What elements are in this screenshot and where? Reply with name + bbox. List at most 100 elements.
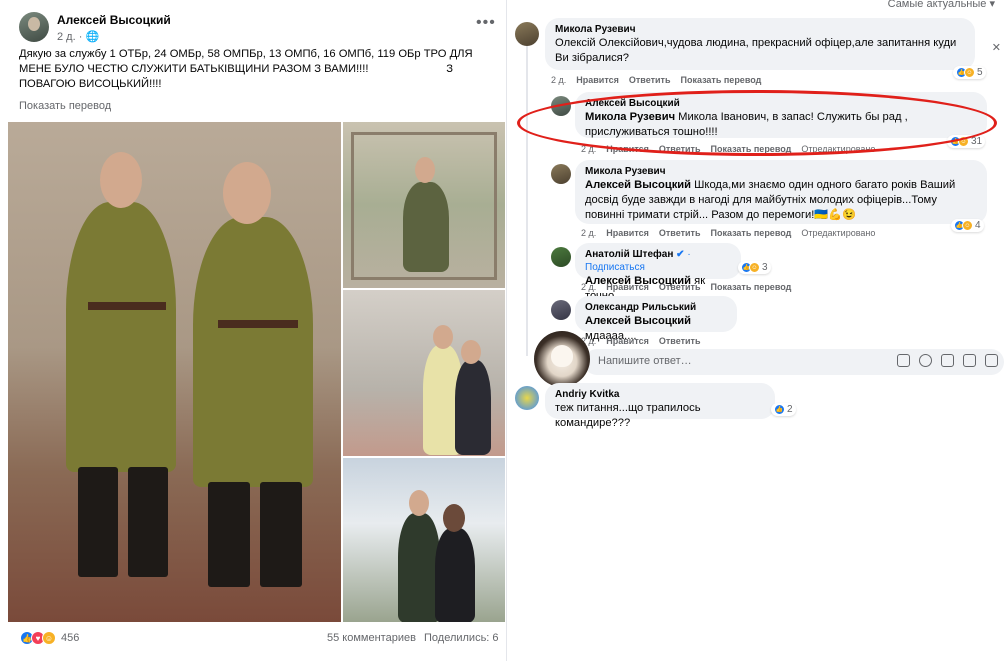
soldier-figure — [66, 202, 176, 472]
comment-text: теж питання...що трапилось командире??? — [555, 402, 701, 429]
photo-officer-and-woman[interactable] — [343, 290, 505, 456]
globe-icon: 🌐 — [85, 31, 100, 43]
mention[interactable]: Алексей Высоцкий — [585, 179, 691, 191]
screenshot-root: Алексей Высоцкий 2 д. · 🌐 ••• Дякую за с… — [0, 0, 1005, 661]
comment-actions: 2 д. Нравится Ответить Показать перевод … — [581, 228, 875, 238]
soldier-boot — [78, 467, 118, 577]
comment-text: Алексей Высоцкий Шкода,ми знаємо один од… — [585, 179, 956, 221]
comment-time[interactable]: 2 д. — [581, 282, 596, 292]
soldier-boot — [128, 467, 168, 577]
care-reaction-icon: ☺ — [964, 67, 975, 78]
reactions-summary[interactable]: 👍 ♥ ☺ 456 — [20, 631, 79, 645]
comment-time[interactable]: 2 д. — [581, 228, 596, 238]
soldier-head — [100, 152, 142, 208]
comment-bubble: Микола Рузевич Алексей Высоцкий Шкода,ми… — [575, 160, 987, 224]
soldier-figure — [403, 182, 449, 272]
thread-line — [526, 46, 528, 356]
verified-badge-icon: ✔ — [676, 249, 685, 260]
comments-count-link[interactable]: 55 комментариев — [327, 632, 416, 644]
avatar[interactable] — [515, 386, 539, 410]
emoji-icon[interactable] — [919, 354, 932, 367]
red-highlight-ellipse — [517, 90, 997, 156]
post-text: Дякую за службу 1 ОТБр, 24 ОМБр, 58 ОМПБ… — [19, 48, 476, 90]
post-translate-link[interactable]: Показать перевод — [19, 100, 111, 112]
care-reaction-icon: ☺ — [962, 220, 973, 231]
soldier-belt — [88, 302, 166, 310]
comment-reactions[interactable]: 👍 ☺ 4 — [951, 219, 984, 232]
current-user-avatar — [534, 331, 590, 387]
comment-author: Анатолій Штефан ✔ · Подписаться — [585, 249, 691, 273]
close-icon[interactable]: ✕ — [992, 41, 1001, 54]
reply-input-icons — [897, 354, 998, 367]
reply-link[interactable]: Ответить — [659, 336, 701, 346]
edited-label[interactable]: Отредактировано — [801, 228, 875, 238]
woman-figure — [435, 528, 475, 622]
comment-author[interactable]: Микола Рузевич — [555, 23, 965, 36]
like-link[interactable]: Нравится — [606, 282, 649, 292]
soldier-boot — [260, 482, 302, 587]
post-time[interactable]: 2 д. · — [57, 31, 85, 43]
post-card: Алексей Высоцкий 2 д. · 🌐 ••• Дякую за с… — [0, 0, 507, 661]
soldier-belt — [218, 320, 298, 328]
comment-actions: 2 д. Нравится Ответить Показать перевод — [551, 75, 761, 85]
comment-author[interactable]: Олександр Рильський — [585, 301, 727, 314]
reply-link[interactable]: Ответить — [629, 75, 671, 85]
comment-author[interactable]: Andriy Kvitka — [555, 388, 765, 401]
reply-link[interactable]: Ответить — [659, 282, 701, 292]
reactions-count: 456 — [61, 632, 80, 644]
photo-main-two-soldiers[interactable] — [8, 122, 341, 622]
photo-grid — [8, 122, 505, 622]
comment-reactions[interactable]: 👍 2 — [771, 403, 796, 416]
more-options-icon[interactable]: ••• — [476, 14, 496, 32]
officer-figure — [398, 513, 440, 622]
gif-icon[interactable] — [963, 354, 976, 367]
avatar[interactable] — [551, 164, 571, 184]
comment-actions: 2 д. Нравится Ответить — [581, 336, 700, 346]
author-avatar[interactable] — [19, 12, 49, 42]
avatar[interactable] — [551, 300, 571, 320]
like-link[interactable]: Нравится — [606, 228, 649, 238]
comment-text: Олексій Олексійович,чудова людина, прекр… — [555, 37, 957, 64]
avatar-sticker-icon[interactable] — [897, 354, 910, 367]
camera-icon[interactable] — [941, 354, 954, 367]
comment-reactions[interactable]: 👍 ☺ 3 — [738, 261, 771, 274]
shares-count-link[interactable]: Поделились: 6 — [424, 632, 499, 644]
officer-head — [409, 490, 429, 516]
comments-panel: Самые актуальные ▾ Микола Рузевич Олексі… — [507, 0, 1005, 661]
comment-actions: 2 д. Нравится Ответить Показать перевод — [581, 282, 791, 292]
soldier-head — [415, 157, 435, 183]
care-reaction-icon: ☺ — [749, 262, 760, 273]
sort-dropdown[interactable]: Самые актуальные ▾ — [888, 0, 995, 10]
care-reaction-icon: ☺ — [42, 631, 56, 645]
reply-input[interactable]: Напишите ответ… — [584, 349, 1004, 375]
like-link[interactable]: Нравится — [576, 75, 619, 85]
woman-head — [461, 340, 481, 364]
avatar[interactable] — [515, 22, 539, 46]
woman-figure — [455, 360, 491, 455]
comment-reactions[interactable]: 👍 ☺ 5 — [953, 66, 986, 79]
reply-link[interactable]: Ответить — [659, 228, 701, 238]
officer-head — [433, 325, 453, 349]
like-link[interactable]: Нравится — [606, 336, 649, 346]
photo-ceremony[interactable] — [343, 458, 505, 622]
avatar[interactable] — [551, 247, 571, 267]
comment-bubble: Микола Рузевич Олексій Олексійович,чудов… — [545, 18, 975, 70]
sticker-icon[interactable] — [985, 354, 998, 367]
comment-author[interactable]: Микола Рузевич — [585, 165, 977, 178]
comment-bubble: Олександр Рильський Алексей Высоцкий мда… — [575, 296, 737, 342]
translate-link[interactable]: Показать перевод — [710, 228, 791, 238]
post-footer: 👍 ♥ ☺ 456 55 комментариев Поделились: 6 — [0, 628, 507, 650]
translate-link[interactable]: Показать перевод — [710, 282, 791, 292]
reply-placeholder: Напишите ответ… — [598, 355, 692, 367]
like-reaction-icon: 👍 — [774, 404, 785, 415]
photo-soldier-outdoors[interactable] — [343, 122, 505, 288]
comment-bubble: Анатолій Штефан ✔ · Подписаться Алексей … — [575, 243, 741, 302]
translate-link[interactable]: Показать перевод — [680, 75, 761, 85]
post-author-name[interactable]: Алексей Высоцкий — [57, 13, 171, 27]
mention[interactable]: Алексей Высоцкий — [585, 315, 691, 327]
soldier-head — [223, 162, 271, 224]
woman-head — [443, 504, 465, 532]
comment-time[interactable]: 2 д. — [551, 75, 566, 85]
comment-bubble: Andriy Kvitka теж питання...що трапилось… — [545, 383, 775, 429]
post-meta[interactable]: 2 д. · 🌐 — [57, 30, 99, 43]
